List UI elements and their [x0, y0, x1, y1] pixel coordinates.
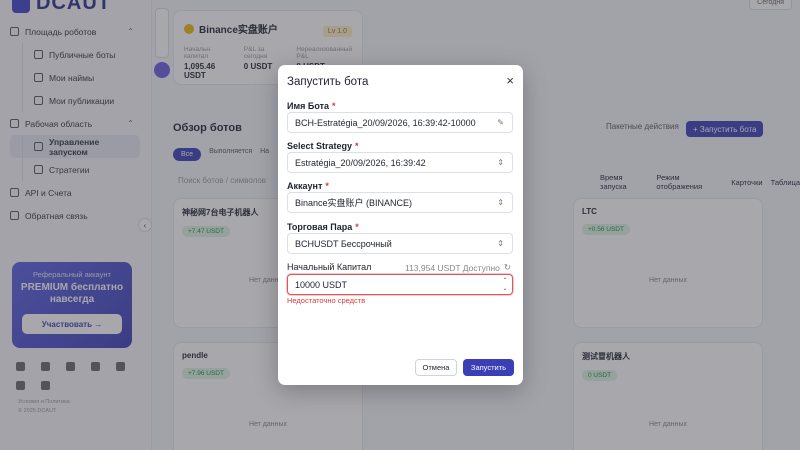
close-icon[interactable]: ×	[506, 74, 514, 88]
chevron-up-icon[interactable]: ⌃	[500, 277, 510, 284]
trading-pair-label: Торговая Пара *	[287, 222, 359, 232]
account-label-text: Аккаунт	[287, 181, 323, 191]
required-mark: *	[355, 222, 359, 232]
trading-pair-value: BCHUSDT Бессрочный	[295, 238, 392, 249]
launch-bot-modal: Запустить бота × Имя Бота * BCH-Estratégi…	[278, 65, 523, 385]
available-balance-text: 113,954 USDT Доступно	[404, 262, 500, 273]
bot-name-field[interactable]: BCH-Estratégia_20/09/2026, 16:39:42-1000…	[287, 112, 513, 133]
chevron-updown-icon: ⇕	[497, 239, 504, 248]
account-label: Аккаунт *	[287, 181, 329, 191]
account-select[interactable]: Binance实盘账户 (BINANCE) ⇕	[287, 192, 513, 213]
account-value: Binance实盘账户 (BINANCE)	[295, 198, 413, 208]
chevron-updown-icon: ⇕	[497, 198, 504, 207]
bot-name-label-text: Имя Бота	[287, 101, 330, 111]
bot-name-label: Имя Бота *	[287, 101, 336, 111]
refresh-icon[interactable]: ↻	[504, 262, 511, 273]
strategy-label-text: Select Strategy	[287, 141, 353, 151]
launch-button[interactable]: Запустить	[463, 359, 514, 376]
modal-title: Запустить бота	[287, 76, 369, 88]
trading-pair-select[interactable]: BCHUSDT Бессрочный ⇕	[287, 233, 513, 254]
trading-pair-label-text: Торговая Пара	[287, 222, 353, 232]
chevron-updown-icon: ⇕	[497, 158, 504, 167]
capital-label: Начальный Капитал	[287, 262, 372, 272]
required-mark: *	[325, 181, 329, 191]
chevron-down-icon[interactable]: ⌄	[500, 285, 510, 292]
capital-error: Недостаточно средств	[287, 296, 366, 305]
capital-input[interactable]: 10000 USDT ⌃ ⌄	[287, 274, 513, 295]
required-mark: *	[332, 101, 336, 111]
capital-stepper: ⌃ ⌄	[500, 277, 510, 292]
cancel-button[interactable]: Отмена	[415, 359, 457, 376]
bot-name-value: BCH-Estratégia_20/09/2026, 16:39:42-1000…	[295, 117, 476, 128]
pencil-icon: ✎	[497, 118, 504, 127]
strategy-value: Estratégia_20/09/2026, 16:39:42	[295, 157, 426, 168]
available-balance: 113,954 USDT Доступно ↻	[405, 262, 511, 273]
strategy-label: Select Strategy *	[287, 141, 359, 151]
capital-value: 10000 USDT	[295, 279, 348, 290]
strategy-select[interactable]: Estratégia_20/09/2026, 16:39:42 ⇕	[287, 152, 513, 173]
required-mark: *	[355, 141, 359, 151]
